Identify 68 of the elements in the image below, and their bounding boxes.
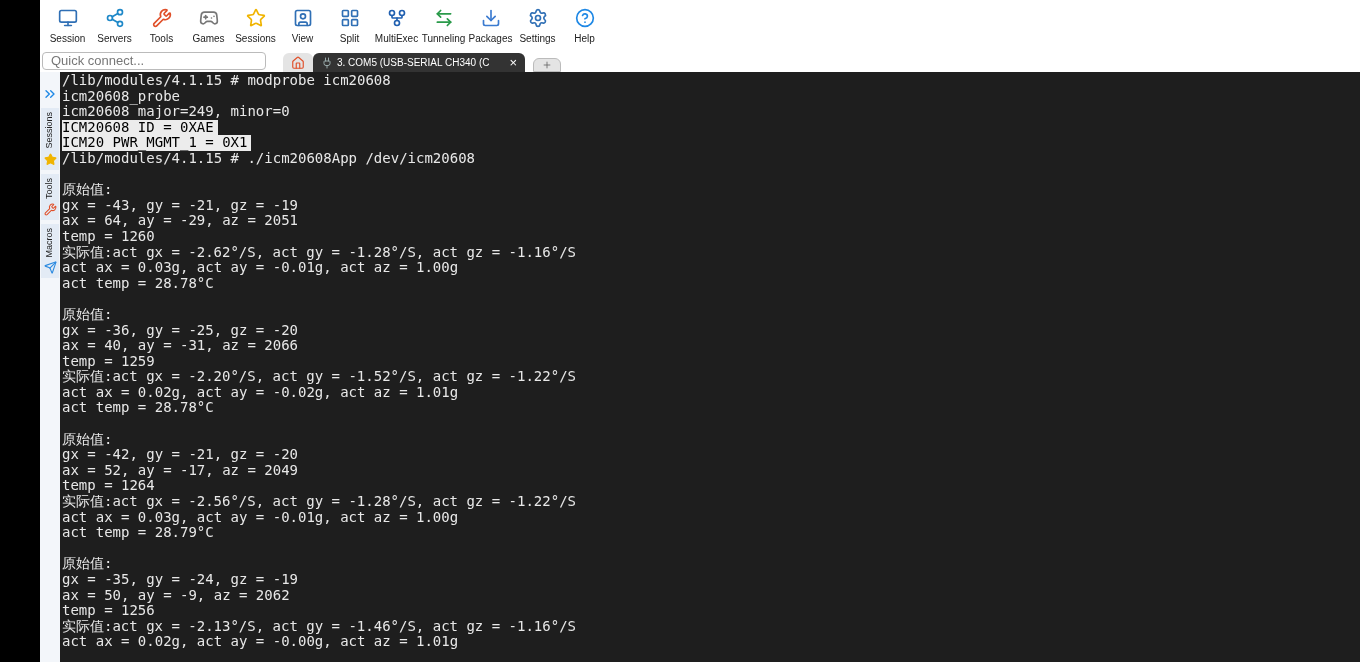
sidebar-tab[interactable]: Sessions [41,108,59,170]
toolbar-button[interactable]: Split [326,8,373,46]
toolbar-button[interactable]: View [279,8,326,46]
toolbar-button[interactable]: Session [44,8,91,46]
terminal-line: icm20608_probe [62,88,180,105]
star-icon [245,8,266,28]
terminal-line: 实际值:act gx = -2.13°/S, act gy = -1.46°/S, act gz = -1.16°/S [62,618,577,635]
toolbar-button[interactable]: Tools [138,8,185,46]
terminal-line: gx = -43, gy = -21, gz = -19 [62,197,299,214]
terminal-line: gx = -42, gy = -21, gz = -20 [62,447,299,463]
terminal-line: temp = 1259 [62,353,156,370]
wrench-icon [151,8,172,28]
terminal-line: temp = 1264 [62,478,156,495]
grid-icon [339,8,360,28]
toolbar-button[interactable]: Sessions [232,8,279,46]
close-tab-button[interactable]: × [509,56,518,69]
toolbar-button[interactable]: Games [185,8,232,46]
terminal-line: gx = -36, gy = -25, gz = -20 [62,322,299,339]
sidebar-tab[interactable]: Macros [41,223,59,279]
terminal-line: 实际值:act gx = -2.56°/S, act gy = -1.28°/S, act gz = -1.22°/S [62,494,577,510]
terminal-line: act temp = 28.78°C [62,400,215,417]
toolbar-button[interactable]: Packages [467,8,514,46]
terminal-line: temp = 1260 [62,228,156,245]
toolbar-button[interactable]: Tunneling [420,8,467,46]
terminal-line: act ax = 0.02g, act ay = -0.00g, act az = 1.01g [62,634,460,650]
tab-label: 3. COM5 (USB-SERIAL CH340 (C [337,56,490,70]
terminal-line: ax = 40, ay = -31, az = 2066 [62,338,299,354]
toolbar-button[interactable]: Settings [514,8,561,46]
help-icon [574,8,595,28]
terminal-line: act temp = 28.78°C [62,275,215,292]
terminal-line: icm20608 major=249, minor=0 [62,104,291,120]
toolbar-button[interactable]: MultiExec [373,8,420,46]
gamepad-icon [198,8,219,28]
terminal-line: act temp = 28.79°C [62,525,215,541]
terminal-line: 原始值: [62,556,114,572]
terminal-line: 实际值:act gx = -2.62°/S, act gy = -1.28°/S, act gz = -1.16°/S [62,244,577,261]
terminal-line: temp = 1256 [62,603,156,619]
wrench-icon [43,202,57,216]
new-tab-button[interactable] [533,58,562,72]
home-icon [291,55,305,70]
user-screen-icon [292,8,313,28]
plus-icon [542,60,553,70]
terminal-line: /lib/modules/4.1.15 # ./icm20608App /dev/icm20608 [62,150,476,167]
home-tab[interactable] [283,53,313,72]
nodes-icon [104,8,125,28]
terminal-line: ax = 64, ay = -29, az = 2051 [62,213,299,229]
session-tab[interactable]: 3. COM5 (USB-SERIAL CH340 (C × [313,53,526,72]
toolbar-button[interactable]: Servers [91,8,138,46]
fork-icon [386,8,407,28]
terminal-line: 原始值: [62,431,114,448]
star-icon [43,152,57,166]
terminal-line: act ax = 0.03g, act ay = -0.01g, act az = 1.00g [62,260,460,276]
download-icon [480,8,501,28]
toolbar-button[interactable]: Help [561,8,608,46]
monitor-icon [57,8,78,28]
terminal-line: 实际值:act gx = -2.20°/S, act gy = -1.52°/S, act gz = -1.22°/S [62,369,577,385]
plug-icon [321,56,333,69]
quick-connect-field[interactable]: Quick connect... [42,52,266,70]
terminal-line: 原始值: [62,182,114,198]
paper-plane-icon [43,261,57,275]
terminal-line: gx = -35, gy = -24, gz = -19 [62,572,299,588]
terminal-line: act ax = 0.02g, act ay = -0.02g, act az = 1.01g [62,384,460,401]
terminal-line: ax = 50, ay = -9, az = 2062 [62,587,291,604]
sidebar-tab[interactable]: Tools [41,173,59,220]
terminal-line: act ax = 0.03g, act ay = -0.01g, act az = 1.00g [62,509,460,526]
terminal-line: ax = 52, ay = -17, az = 2049 [62,462,299,479]
terminal-line: 原始值: [62,306,114,323]
terminal-line: /lib/modules/4.1.15 # modprobe icm20608 [62,73,392,89]
